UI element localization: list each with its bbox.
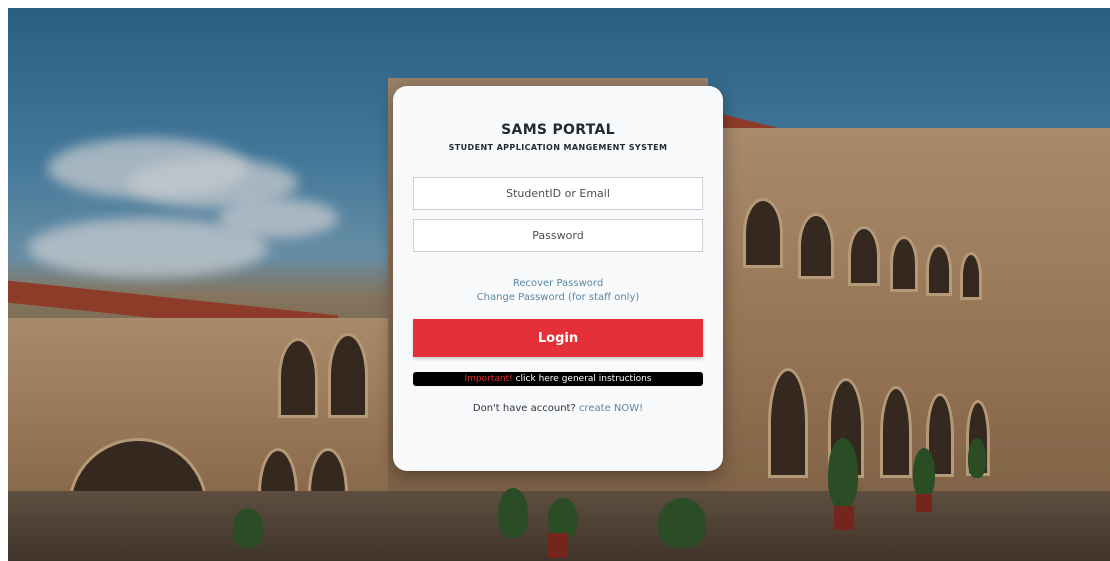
background-photo: SAMS PORTAL STUDENT APPLICATION MANGEMEN…: [8, 8, 1110, 561]
portal-title: SAMS PORTAL: [501, 122, 615, 138]
login-card: SAMS PORTAL STUDENT APPLICATION MANGEMEN…: [393, 86, 723, 471]
general-instructions-link[interactable]: Important! click here general instructio…: [413, 372, 703, 386]
create-account-link[interactable]: create NOW!: [579, 403, 643, 414]
portal-subtitle: STUDENT APPLICATION MANGEMENT SYSTEM: [448, 143, 668, 152]
signup-prompt: Don't have account? create NOW!: [393, 403, 723, 414]
studentid-email-input[interactable]: [413, 177, 703, 210]
recover-password-link[interactable]: Recover Password: [393, 278, 723, 289]
password-input[interactable]: [413, 219, 703, 252]
login-button[interactable]: Login: [413, 319, 703, 357]
instructions-text: click here general instructions: [512, 374, 652, 384]
important-label: Important!: [464, 374, 513, 384]
change-password-link[interactable]: Change Password (for staff only): [393, 292, 723, 303]
signup-prompt-text: Don't have account?: [472, 403, 579, 414]
